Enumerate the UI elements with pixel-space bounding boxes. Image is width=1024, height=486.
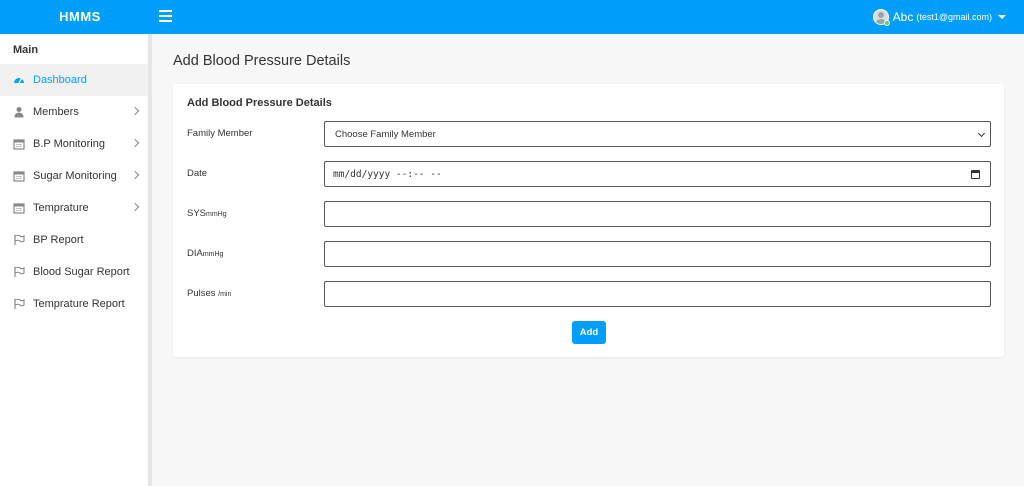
sidebar-item-sugar-monitoring[interactable]: Sugar Monitoring	[0, 160, 148, 192]
sidebar-section-title: Main	[0, 34, 148, 64]
flag-icon	[13, 266, 25, 278]
user-email: (test1@gmail.com)	[916, 12, 992, 22]
calendar-icon	[13, 202, 25, 214]
family-member-select[interactable]: Choose Family Member	[324, 121, 991, 147]
sys-label: SYSmmHg	[187, 208, 227, 219]
date-placeholder: mm/dd/yyyy --:-- --	[333, 169, 442, 180]
sidebar-item-label: Sugar Monitoring	[33, 170, 117, 182]
flag-icon	[13, 234, 25, 246]
pulses-unit: /min	[218, 291, 231, 298]
family-member-selected-value: Choose Family Member	[335, 129, 436, 140]
user-menu[interactable]: Abc (test1@gmail.com)	[873, 0, 1006, 34]
dia-label: DIAmmHg	[187, 248, 223, 259]
calendar-icon	[13, 138, 25, 150]
sidebar-item-bp-report[interactable]: BP Report	[0, 224, 148, 256]
add-button[interactable]: Add	[572, 321, 606, 344]
sidebar-item-label: B.P Monitoring	[33, 138, 105, 150]
user-icon	[13, 106, 25, 118]
sys-input[interactable]	[324, 201, 991, 227]
chevron-right-icon	[131, 171, 139, 179]
chevron-down-icon	[978, 130, 985, 137]
pulses-input[interactable]	[324, 281, 991, 307]
sidebar-item-members[interactable]: Members	[0, 96, 148, 128]
dia-input[interactable]	[324, 241, 991, 267]
flag-icon	[13, 298, 25, 310]
dashboard-icon	[13, 74, 25, 86]
sidebar-item-blood-sugar-report[interactable]: Blood Sugar Report	[0, 256, 148, 288]
pulses-label-text: Pulses	[187, 288, 216, 299]
calendar-picker-icon[interactable]	[971, 170, 980, 179]
dia-label-text: DIA	[187, 248, 203, 259]
online-status-dot	[884, 20, 890, 26]
chevron-right-icon	[131, 107, 139, 115]
sidebar-item-dashboard[interactable]: Dashboard	[0, 64, 148, 96]
blood-pressure-form-card: Add Blood Pressure Details Family Member…	[173, 84, 1004, 357]
sidebar-item-label: BP Report	[33, 234, 84, 246]
dia-unit: mmHg	[203, 251, 224, 258]
sys-unit: mmHg	[206, 211, 227, 218]
menu-toggle-icon[interactable]	[159, 10, 172, 22]
page-title: Add Blood Pressure Details	[173, 53, 350, 69]
calendar-icon	[13, 170, 25, 182]
sidebar-item-bp-monitoring[interactable]: B.P Monitoring	[0, 128, 148, 160]
user-name: Abc	[893, 10, 914, 24]
card-title: Add Blood Pressure Details	[187, 97, 332, 109]
sys-label-text: SYS	[187, 208, 206, 219]
sidebar: Main Dashboard Members B.P Monitoring Su…	[0, 34, 152, 486]
date-input[interactable]: mm/dd/yyyy --:-- --	[324, 161, 991, 187]
family-member-label: Family Member	[187, 128, 252, 139]
sidebar-item-label: Members	[33, 106, 79, 118]
top-navbar: HMMS Abc (test1@gmail.com)	[0, 0, 1024, 34]
caret-down-icon	[998, 15, 1006, 19]
sidebar-item-temprature[interactable]: Temprature	[0, 192, 148, 224]
sidebar-item-label: Blood Sugar Report	[33, 266, 130, 278]
brand-logo[interactable]: HMMS	[0, 0, 160, 34]
sidebar-item-temprature-report[interactable]: Temprature Report	[0, 288, 148, 320]
chevron-right-icon	[131, 203, 139, 211]
sidebar-item-label: Dashboard	[33, 74, 87, 86]
sidebar-item-label: Temprature Report	[33, 298, 125, 310]
pulses-label: Pulses /min	[187, 288, 231, 299]
date-label: Date	[187, 168, 207, 179]
chevron-right-icon	[131, 139, 139, 147]
sidebar-item-label: Temprature	[33, 202, 89, 214]
